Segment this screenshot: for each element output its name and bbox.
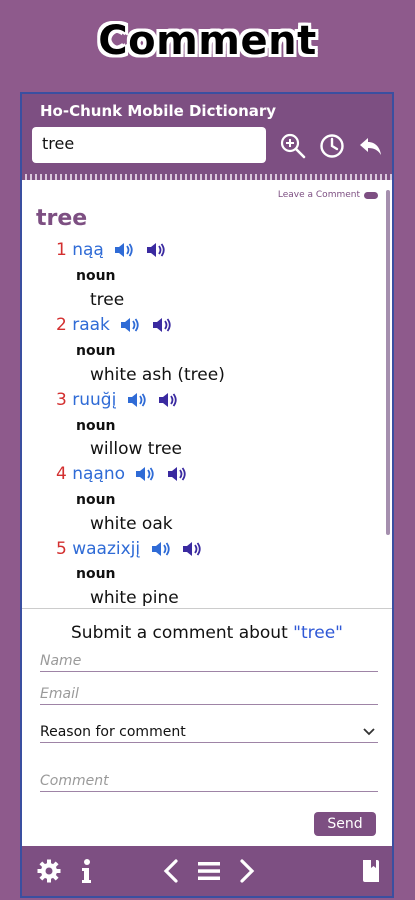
definition: white oak	[90, 514, 173, 534]
speaker-icon[interactable]	[126, 391, 148, 409]
speaker-icon[interactable]	[134, 465, 156, 483]
history-icon[interactable]	[318, 132, 346, 160]
speaker-icon[interactable]	[181, 540, 203, 558]
scrollbar[interactable]	[386, 190, 390, 535]
speaker-icon[interactable]	[113, 241, 135, 259]
definition: white ash (tree)	[90, 365, 225, 385]
definition: white pine	[90, 588, 179, 606]
app-window: Ho-Chunk Mobile Dictionary tree Leave a …	[20, 92, 394, 898]
entry-3: 3 ruuğį	[56, 390, 179, 410]
bottom-toolbar	[22, 846, 392, 896]
search-input[interactable]: tree	[32, 127, 266, 163]
entry-number: 4	[56, 464, 67, 484]
headword: tree	[36, 206, 88, 231]
speaker-icon[interactable]	[145, 241, 167, 259]
comment-term: "tree"	[293, 623, 343, 643]
entry-word: nąą	[72, 240, 104, 260]
email-field[interactable]: Email	[40, 686, 378, 705]
reason-select[interactable]: Reason for comment	[40, 724, 378, 743]
comment-bubble-icon	[364, 191, 378, 199]
zoom-in-icon[interactable]	[279, 132, 307, 160]
speaker-icon[interactable]	[119, 316, 141, 334]
entry-2: 2 raak	[56, 315, 173, 335]
header-divider	[22, 174, 392, 180]
back-arrow-icon[interactable]	[356, 132, 384, 160]
entry-word: ruuğį	[72, 390, 117, 410]
next-icon[interactable]	[238, 858, 256, 884]
part-of-speech: noun	[76, 268, 116, 284]
entry-number: 5	[56, 539, 67, 559]
comment-title: Submit a comment about "tree"	[71, 623, 343, 643]
prev-icon[interactable]	[162, 858, 180, 884]
definition: willow tree	[90, 439, 182, 459]
page-banner-title: Comment	[98, 18, 317, 64]
entry-1: 1 nąą	[56, 240, 167, 260]
settings-icon[interactable]	[36, 858, 62, 884]
name-field[interactable]: Name	[40, 653, 378, 672]
entry-word: waazixjį	[72, 539, 141, 559]
speaker-icon[interactable]	[166, 465, 188, 483]
part-of-speech: noun	[76, 343, 116, 359]
speaker-icon[interactable]	[157, 391, 179, 409]
entry-number: 2	[56, 315, 67, 335]
app-header: Ho-Chunk Mobile Dictionary tree	[22, 94, 392, 174]
comment-panel: Submit a comment about "tree" Name Email…	[22, 608, 392, 843]
leave-comment-link[interactable]: Leave a Comment	[278, 190, 378, 200]
entry-word: nąąno	[72, 464, 126, 484]
menu-icon[interactable]	[196, 858, 222, 884]
part-of-speech: noun	[76, 566, 116, 582]
info-icon[interactable]	[78, 858, 94, 884]
bookmark-icon[interactable]	[360, 858, 382, 884]
speaker-icon[interactable]	[151, 316, 173, 334]
entry-4: 4 nąąno	[56, 464, 188, 484]
comment-field[interactable]: Comment	[40, 773, 378, 792]
entry-word: raak	[72, 315, 110, 335]
entry-number: 1	[56, 240, 67, 260]
entry-number: 3	[56, 390, 67, 410]
send-button[interactable]: Send	[314, 812, 376, 836]
chevron-down-icon	[363, 728, 375, 736]
part-of-speech: noun	[76, 492, 116, 508]
entry-5: 5 waazixjį	[56, 539, 203, 559]
app-title: Ho-Chunk Mobile Dictionary	[40, 102, 277, 120]
definition: tree	[90, 290, 125, 310]
speaker-icon[interactable]	[150, 540, 172, 558]
part-of-speech: noun	[76, 418, 116, 434]
